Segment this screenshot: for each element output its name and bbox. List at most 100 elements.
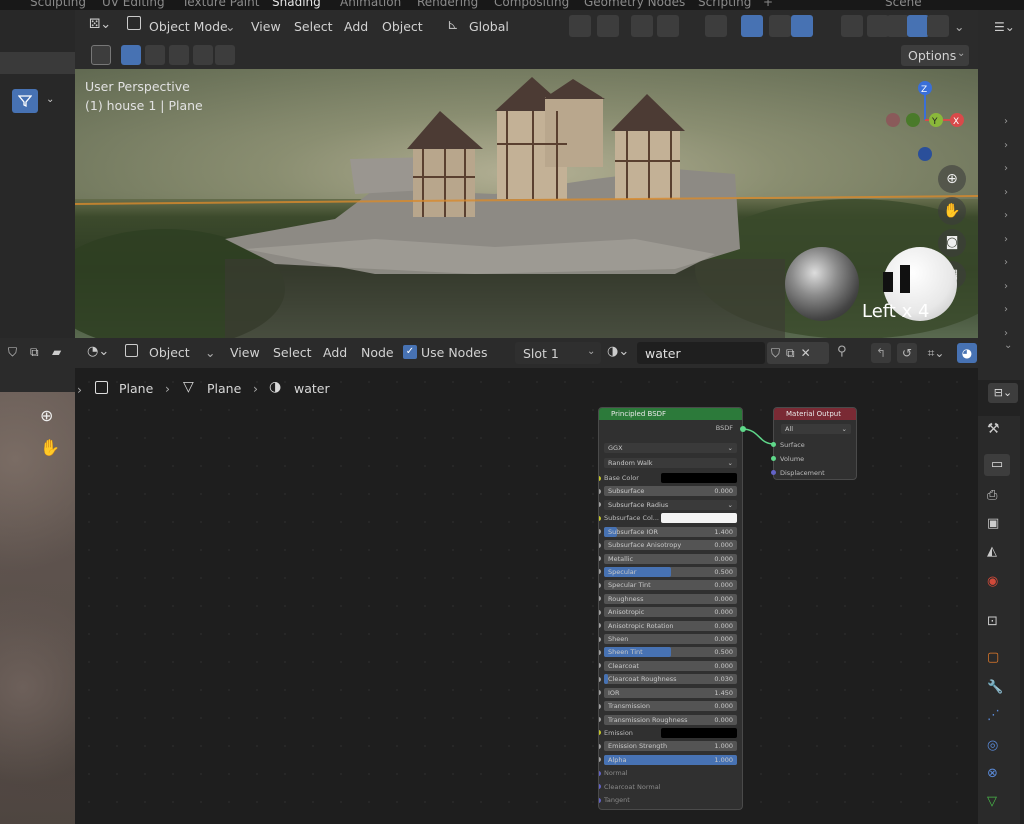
input-slider[interactable]: Anisotropic 0.000 bbox=[604, 607, 737, 618]
particles-icon[interactable]: ⋰ bbox=[987, 708, 1000, 723]
scene-icon[interactable]: ◭ bbox=[987, 544, 997, 559]
distribution-select[interactable]: GGX ⌄ bbox=[604, 443, 737, 453]
image-editor[interactable]: ⊕ ✋ bbox=[0, 368, 75, 824]
input-socket[interactable] bbox=[599, 717, 601, 723]
collection-icon[interactable]: ⊡ bbox=[987, 614, 998, 629]
menu-view[interactable]: View bbox=[230, 345, 260, 360]
input-slider[interactable]: Sheen Tint 0.500 bbox=[604, 647, 737, 658]
input-socket[interactable] bbox=[599, 556, 601, 562]
input-slider[interactable]: Subsurface Anisotropy 0.000 bbox=[604, 540, 737, 551]
input-socket[interactable] bbox=[599, 623, 601, 629]
color-swatch[interactable] bbox=[661, 513, 737, 524]
input-slider[interactable]: Roughness 0.000 bbox=[604, 593, 737, 604]
navigation-gizmo[interactable]: Z Y X bbox=[883, 77, 973, 172]
principled-bsdf-node[interactable]: Principled BSDF BSDF GGX ⌄ Random Walk ⌄ B… bbox=[598, 407, 743, 810]
input-slider[interactable]: Emission Strength 1.000 bbox=[604, 741, 737, 752]
input-socket[interactable] bbox=[599, 609, 601, 615]
tool-icon[interactable]: ⚒ bbox=[987, 421, 1000, 437]
shading-material-icon[interactable] bbox=[907, 15, 929, 37]
menu-node[interactable]: Node bbox=[361, 345, 394, 360]
parent-node-tree-icon[interactable]: ↰ bbox=[871, 343, 891, 363]
breadcrumb-mesh[interactable]: Plane bbox=[207, 381, 241, 396]
input-socket[interactable] bbox=[599, 488, 601, 494]
xray-icon[interactable] bbox=[841, 15, 863, 37]
input-socket[interactable] bbox=[599, 569, 601, 575]
node-title[interactable]: Material Output bbox=[774, 408, 856, 420]
input-slider[interactable]: Anisotropic Rotation 0.000 bbox=[604, 620, 737, 631]
overlays-toggle-icon[interactable] bbox=[791, 15, 813, 37]
tab-uv-editing[interactable]: UV Editing bbox=[102, 0, 165, 9]
tab-compositing[interactable]: Compositing bbox=[494, 0, 569, 9]
camera-icon[interactable]: ◙ bbox=[938, 229, 966, 257]
properties-editor-icon[interactable]: ⊟⌄ bbox=[988, 383, 1018, 403]
scene-selector[interactable]: Scene bbox=[885, 0, 922, 9]
constraints-icon[interactable]: ⊗ bbox=[987, 766, 998, 781]
menu-select[interactable]: Select bbox=[273, 345, 312, 360]
material-icon[interactable]: ◑⌄ bbox=[607, 344, 629, 359]
filter-icon[interactable] bbox=[12, 89, 38, 113]
snap-target-icon[interactable]: ⌗⌄ bbox=[921, 343, 951, 363]
chevron-down-icon[interactable]: ⌄ bbox=[1004, 340, 1012, 351]
input-socket[interactable] bbox=[599, 770, 601, 776]
input-socket[interactable] bbox=[599, 730, 601, 736]
snap-icon[interactable] bbox=[569, 15, 591, 37]
bsdf-output-socket[interactable] bbox=[740, 426, 746, 432]
input-socket[interactable] bbox=[599, 582, 601, 588]
expand-arrows[interactable]: › › › › › › › › › › bbox=[1004, 110, 1008, 345]
menu-select[interactable]: Select bbox=[294, 19, 333, 34]
options-button[interactable]: Options ⌄ bbox=[901, 45, 969, 66]
select-invert-icon[interactable] bbox=[193, 45, 213, 65]
snap-icon[interactable]: ↺ bbox=[897, 343, 917, 363]
view-layer-icon[interactable]: ▣ bbox=[987, 516, 999, 531]
input-slider[interactable]: Specular 0.500 bbox=[604, 566, 737, 577]
pan-hand-icon[interactable]: ✋ bbox=[40, 438, 60, 457]
world-icon[interactable]: ◉ bbox=[987, 574, 998, 589]
input-slider[interactable]: Sheen 0.000 bbox=[604, 634, 737, 645]
subsurface-radius-select[interactable]: Subsurface Radius ⌄ bbox=[604, 499, 737, 510]
menu-add[interactable]: Add bbox=[323, 345, 347, 360]
folder-icon[interactable]: ▰ bbox=[52, 345, 61, 359]
proportional-edit-icon[interactable] bbox=[597, 15, 619, 37]
render-icon[interactable]: ▭ bbox=[984, 454, 1010, 476]
material-output-node[interactable]: Material Output All ⌄ Surface Volume Disp… bbox=[773, 407, 857, 480]
input-slider[interactable]: Clearcoat 0.000 bbox=[604, 660, 737, 671]
shading-wireframe-icon[interactable] bbox=[867, 15, 889, 37]
input-slider[interactable]: Subsurface 0.000 bbox=[604, 486, 737, 497]
curve-icon[interactable] bbox=[657, 15, 679, 37]
tab-scripting[interactable]: Scripting bbox=[698, 0, 751, 9]
tab-geometry-nodes[interactable]: Geometry Nodes bbox=[584, 0, 685, 9]
3d-viewport[interactable]: User Perspective (1) house 1 | Plane Z Y… bbox=[75, 69, 978, 338]
data-icon[interactable]: ▽ bbox=[987, 794, 997, 809]
search-field[interactable] bbox=[0, 52, 75, 74]
add-workspace-button[interactable]: + bbox=[763, 0, 773, 9]
input-slider[interactable]: Metallic 0.000 bbox=[604, 553, 737, 564]
tab-animation[interactable]: Animation bbox=[340, 0, 401, 9]
pan-hand-icon[interactable]: ✋ bbox=[938, 197, 966, 225]
shading-rendered-icon[interactable] bbox=[927, 15, 949, 37]
chevron-down-icon[interactable]: ⌄ bbox=[954, 19, 964, 34]
overlays-icon[interactable]: ◕ bbox=[957, 343, 977, 363]
chevron-down-icon[interactable]: ⌄ bbox=[46, 94, 54, 105]
breadcrumb-material[interactable]: water bbox=[294, 381, 330, 396]
color-swatch[interactable] bbox=[661, 727, 737, 738]
select-extend-icon[interactable] bbox=[145, 45, 165, 65]
select-subtract-icon[interactable] bbox=[169, 45, 189, 65]
gizmo-toggle-icon[interactable] bbox=[741, 15, 763, 37]
duplicate-icon[interactable]: ⧉ bbox=[30, 345, 39, 360]
input-slider[interactable]: Specular Tint 0.000 bbox=[604, 580, 737, 591]
shield-icon[interactable]: ⛉ bbox=[8, 345, 17, 360]
input-socket[interactable] bbox=[599, 475, 601, 481]
gizmo-dropdown-icon[interactable] bbox=[769, 15, 791, 37]
node-title[interactable]: Principled BSDF bbox=[599, 408, 742, 420]
target-select[interactable]: All ⌄ bbox=[781, 424, 851, 434]
surface-socket[interactable] bbox=[771, 442, 776, 447]
input-socket[interactable] bbox=[599, 797, 601, 803]
outliner-editor-icon[interactable]: ☰⌄ bbox=[994, 20, 1015, 34]
input-socket[interactable] bbox=[599, 502, 601, 508]
input-socket[interactable] bbox=[599, 596, 601, 602]
input-slider[interactable]: Transmission 0.000 bbox=[604, 701, 737, 712]
pin-icon[interactable]: ⚲ bbox=[837, 344, 847, 359]
mode-select[interactable]: Object Mode bbox=[149, 19, 228, 34]
editor-type-icon[interactable]: ⚄⌄ bbox=[89, 17, 111, 32]
input-socket[interactable] bbox=[599, 663, 601, 669]
